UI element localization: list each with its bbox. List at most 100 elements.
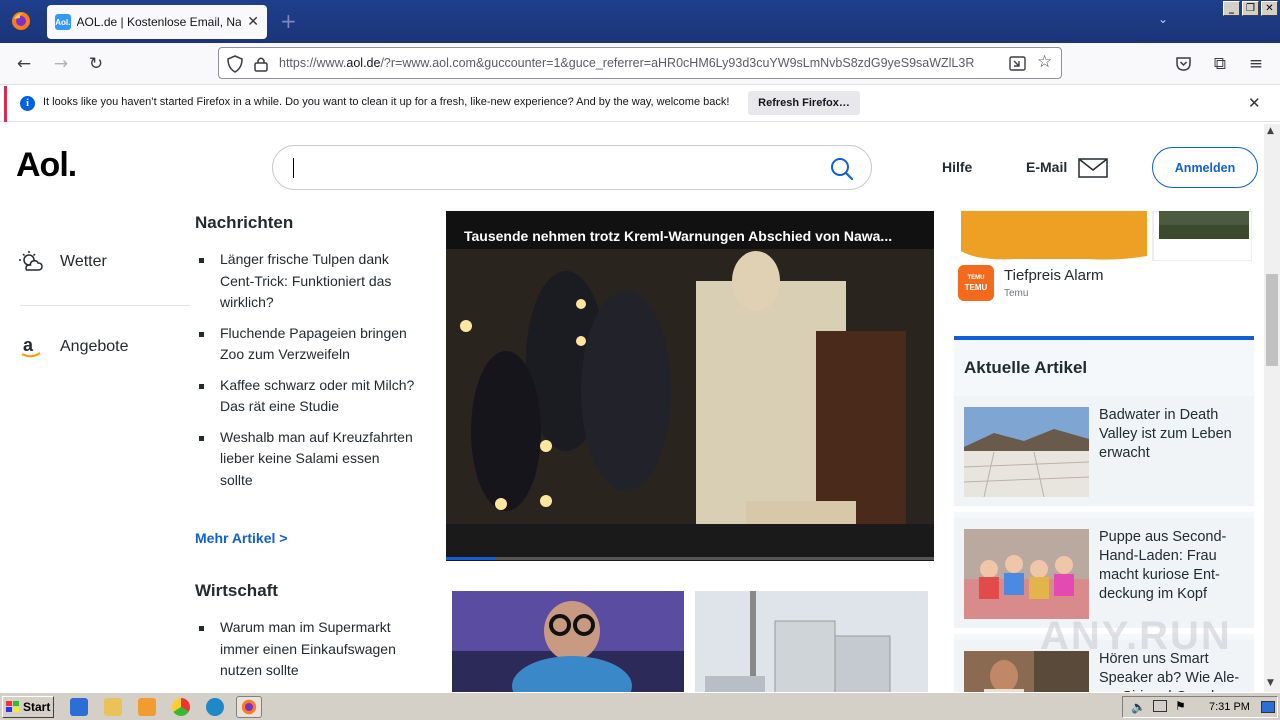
chrome-icon[interactable]	[172, 698, 190, 716]
left-nav-label: Angebote	[60, 338, 129, 355]
article-headline[interactable]: Badwater in Death Valley ist zum Leben e…	[1099, 406, 1249, 463]
new-tab-button[interactable]: +	[280, 11, 297, 31]
extensions-icon[interactable]: ⧉	[1209, 53, 1231, 75]
news-link[interactable]: Kaffee schwarz oder mit Milch? Das rät e…	[195, 375, 415, 418]
video-player[interactable]: Tausende nehmen trotz Kreml-Warnungen Ab…	[446, 211, 934, 561]
search-icon[interactable]	[829, 156, 855, 182]
article-thumbnail[interactable]	[695, 591, 928, 692]
firefox-taskbar-button[interactable]	[236, 696, 262, 718]
shield-icon[interactable]	[227, 55, 243, 73]
text-caret	[293, 158, 294, 178]
firefox-icon	[241, 699, 257, 715]
reload-icon[interactable]: ↻	[85, 53, 107, 75]
mail-icon[interactable]	[1078, 158, 1108, 178]
signin-button[interactable]: Anmelden	[1152, 147, 1258, 188]
page-scrollbar[interactable]: ▲ ▼	[1264, 124, 1280, 692]
tab-title: AOL.de | Kostenlose Email, Nachric	[76, 15, 242, 29]
video-title: Tausende nehmen trotz Kreml-Warnungen Ab…	[464, 228, 893, 244]
network-icon[interactable]	[1153, 700, 1167, 712]
clock[interactable]: 7:31 PM	[1209, 701, 1250, 713]
news-link[interactable]: Länger frische Tulpen dank Cent-Trick: F…	[195, 249, 415, 314]
lock-icon[interactable]	[254, 56, 268, 72]
scrollbar-thumb[interactable]	[1266, 274, 1278, 366]
ad-sponsor: Temu	[1004, 288, 1029, 299]
info-icon: i	[20, 96, 35, 111]
folder-icon[interactable]	[104, 698, 122, 716]
show-desktop-icon[interactable]	[1261, 701, 1275, 713]
temu-logo-icon[interactable]: TEMU TEMU	[958, 265, 994, 301]
page-content: Wetter a Angebote Nachrichten Länger fri…	[0, 124, 1264, 692]
forward-arrow-icon[interactable]: →	[50, 53, 72, 75]
email-link[interactable]: E-Mail	[1026, 159, 1067, 175]
ad-title[interactable]: Tiefpreis Alarm	[1004, 267, 1103, 284]
list-tabs-chevron-icon[interactable]: ⌄	[1158, 12, 1168, 26]
back-arrow-icon[interactable]: ←	[13, 53, 35, 75]
volume-icon[interactable]: 🔈	[1131, 700, 1146, 714]
browser-titlebar: Aol. AOL.de | Kostenlose Email, Nachric …	[0, 0, 1280, 43]
left-nav-item-weather[interactable]: Wetter	[18, 250, 107, 274]
reader-view-icon[interactable]	[1009, 56, 1026, 71]
flag-icon[interactable]: ⚑	[1175, 699, 1186, 713]
hamburger-menu-icon[interactable]: ≡	[1245, 53, 1267, 75]
start-button[interactable]: Start	[2, 696, 54, 718]
firefox-menu-icon[interactable]	[8, 8, 34, 34]
start-label: Start	[23, 700, 51, 714]
restore-button[interactable]: ❐	[1242, 1, 1259, 16]
navigation-toolbar: ← → ↻ https://www.aol.de/?r=www.aol.com&…	[0, 43, 1280, 85]
edge-icon[interactable]	[206, 698, 224, 716]
url-bar[interactable]: https://www.aol.de/?r=www.aol.com&guccou…	[218, 47, 1062, 79]
notification-message: It looks like you haven’t started Firefo…	[43, 96, 730, 108]
close-window-button[interactable]: ✕	[1261, 1, 1278, 16]
media-player-icon[interactable]	[138, 698, 156, 716]
article-image	[964, 529, 1089, 619]
firefox-notification-bar: i It looks like you haven’t started Fire…	[0, 86, 1280, 122]
news-link[interactable]: Fluchende Papageien bringen Zoo zum Verz…	[195, 323, 415, 366]
refresh-firefox-button[interactable]: Refresh Firefox…	[748, 91, 860, 115]
more-articles-link[interactable]: Mehr Artikel >	[195, 530, 287, 546]
aol-header: Aol. Hilfe E-Mail Anmelden	[0, 124, 1264, 210]
video-progress-fill	[446, 557, 495, 560]
svg-text:a: a	[23, 335, 34, 355]
temu-logo-text: TEMU	[964, 283, 988, 292]
amazon-icon: a	[21, 335, 41, 358]
video-progress-bar[interactable]	[446, 557, 934, 560]
window-controls: _ ❐ ✕	[1223, 1, 1278, 16]
tab-close-icon[interactable]: ✕	[247, 14, 259, 30]
scroll-up-arrow-icon[interactable]: ▲	[1267, 126, 1274, 136]
left-nav-item-deals[interactable]: a Angebote	[18, 335, 129, 359]
ie-icon[interactable]	[70, 698, 88, 716]
aol-logo[interactable]: Aol.	[16, 146, 77, 185]
search-input[interactable]	[272, 145, 872, 190]
minimize-button[interactable]: _	[1223, 1, 1240, 16]
left-nav-label: Wetter	[60, 253, 107, 270]
notification-close-icon[interactable]: ✕	[1248, 94, 1261, 112]
section-title-business: Wirtschaft	[195, 581, 278, 600]
tab-aol[interactable]: Aol. AOL.de | Kostenlose Email, Nachric …	[47, 5, 267, 39]
aol-favicon-icon: Aol.	[55, 14, 71, 30]
weather-icon	[19, 251, 43, 271]
news-list: Länger frische Tulpen dank Cent-Trick: F…	[195, 249, 415, 500]
article-thumbnail[interactable]	[452, 591, 684, 692]
recent-article[interactable]: Badwater in Death Valley ist zum Leben e…	[954, 396, 1254, 512]
news-link[interactable]: Weshalb man auf Kreuzfahrten lieber kein…	[195, 427, 415, 492]
news-link[interactable]: Warum man im Supermarkt immer einen Eink…	[195, 617, 415, 682]
article-headline[interactable]: Puppe aus Second-Hand-Laden: Frau macht …	[1099, 528, 1249, 604]
thumbnail-image	[695, 591, 928, 692]
left-nav-divider	[20, 305, 190, 306]
thumbnail-image	[452, 591, 684, 692]
video-frame-image	[446, 249, 934, 561]
temu-logo-text: TEMU	[967, 275, 985, 281]
ad-product-image[interactable]	[957, 211, 1252, 261]
system-tray: 🔈 ⚑ 7:31 PM	[1122, 696, 1278, 718]
bookmark-star-icon[interactable]: ☆	[1037, 52, 1052, 72]
url-text[interactable]: https://www.aol.de/?r=www.aol.com&guccou…	[279, 56, 999, 70]
section-title-news: Nachrichten	[195, 213, 294, 232]
windows-logo-icon	[6, 701, 19, 712]
watermark: ANY.RUN	[1040, 614, 1232, 658]
article-image	[964, 407, 1089, 497]
pocket-icon[interactable]	[1175, 56, 1192, 72]
help-link[interactable]: Hilfe	[942, 159, 972, 175]
windows-taskbar: Start 🔈 ⚑ 7:31 PM	[0, 692, 1280, 720]
recent-articles-title: Aktuelle Artikel	[964, 358, 1088, 377]
scroll-down-arrow-icon[interactable]: ▼	[1267, 678, 1274, 688]
